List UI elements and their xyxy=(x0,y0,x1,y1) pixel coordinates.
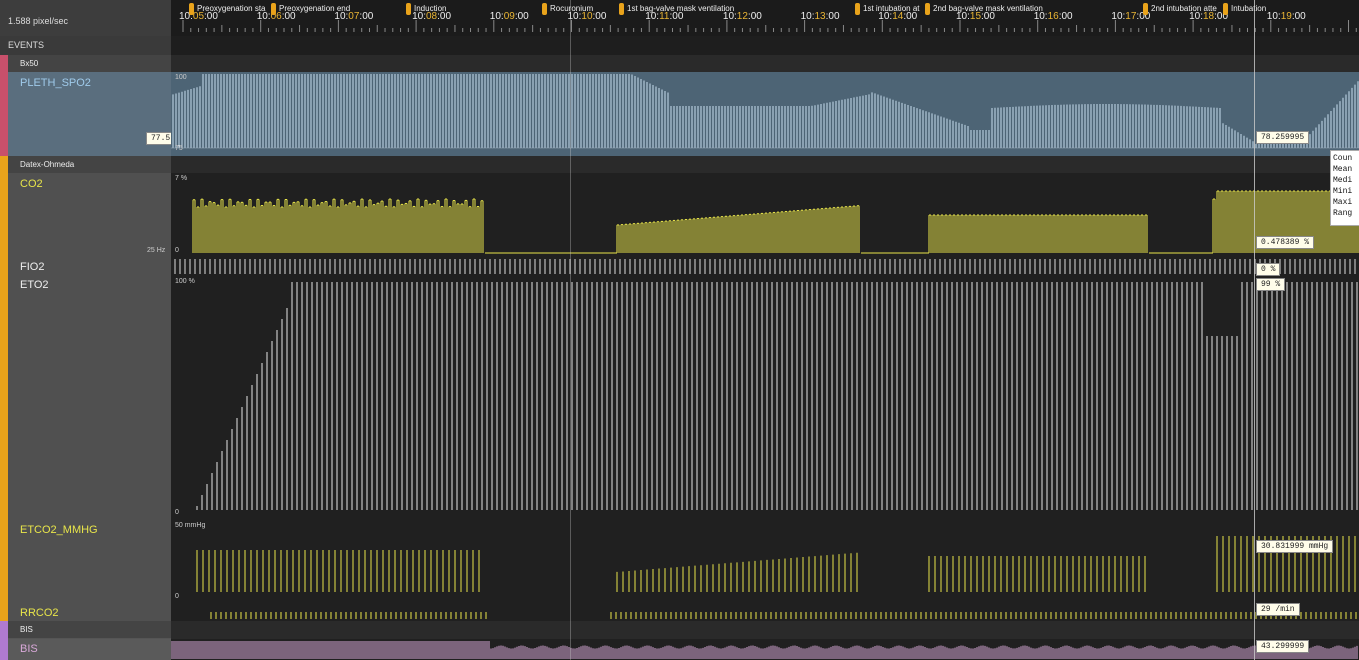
pleth-track[interactable] xyxy=(171,72,1359,156)
track-name-pleth: PLETH_SPO2 xyxy=(20,77,91,89)
event-tab-icon xyxy=(855,2,860,15)
co2-track[interactable] xyxy=(171,173,1359,257)
event-marker[interactable]: Induction xyxy=(406,2,446,16)
event-tab-icon xyxy=(1143,2,1148,15)
co2-sample-rate: 25 Hz xyxy=(147,247,166,254)
event-marker[interactable]: Preoxygenation end xyxy=(271,2,350,16)
group-header-datex[interactable]: Datex-Ohmeda xyxy=(8,156,171,173)
bis-track[interactable] xyxy=(171,639,1359,660)
rrco2-current-value: 29 /min xyxy=(1256,603,1300,616)
reference-cursor[interactable] xyxy=(570,0,571,660)
fio2-current-value: 0 % xyxy=(1256,263,1281,276)
event-tab-icon xyxy=(1223,2,1228,15)
track-name-rrco2[interactable]: RRCO2 xyxy=(20,607,59,619)
bx50-color-bar xyxy=(0,55,8,156)
time-tick-label: 10:19:00 xyxy=(1266,11,1306,22)
pleth-axis-top: 100 xyxy=(175,74,187,81)
event-marker[interactable]: Preoxygenation sta xyxy=(189,2,266,16)
track-name-etco2[interactable]: ETCO2_MMHG xyxy=(20,524,98,536)
event-marker[interactable]: 1st intubation at xyxy=(855,2,919,16)
time-tick-label: 10:09:00 xyxy=(489,11,529,22)
event-marker[interactable]: 2nd bag-valve mask ventilation xyxy=(925,2,1043,16)
rrco2-waveform xyxy=(210,612,1357,619)
etco2-track[interactable] xyxy=(171,520,1359,604)
event-marker[interactable]: Rocuronium xyxy=(542,2,593,16)
eto2-track[interactable] xyxy=(171,276,1359,520)
etco2-current-value: 30.831999 mmHg xyxy=(1256,540,1334,553)
track-name-eto2[interactable]: ETO2 xyxy=(20,279,49,291)
etco2-axis-bottom: 0 xyxy=(175,593,179,600)
event-marker[interactable]: 1st bag-valve mask ventilation xyxy=(619,2,734,16)
bis-waveform xyxy=(171,641,1358,659)
bis-header-strip xyxy=(171,621,1359,639)
datex-color-bar xyxy=(0,156,8,621)
group-header-bis[interactable]: BIS xyxy=(8,621,171,638)
track-name-co2[interactable]: CO2 xyxy=(20,178,43,190)
event-tab-icon xyxy=(406,2,411,15)
bis-current-value: 43.299999 xyxy=(1256,640,1310,653)
pleth-waveform xyxy=(171,74,1359,149)
statistics-tooltip: Coun Mean Medi Mini Maxi Rang xyxy=(1330,150,1359,226)
co2-waveform xyxy=(192,190,1359,254)
pleth-axis-bottom: 75 xyxy=(175,145,183,152)
eto2-axis-top: 100 % xyxy=(175,278,195,285)
event-tab-icon xyxy=(542,2,547,15)
bx50-header-strip xyxy=(171,55,1359,72)
track-name-bis: BIS xyxy=(20,643,38,655)
events-label: EVENTS xyxy=(0,36,171,55)
etco2-waveform xyxy=(196,536,1356,592)
eto2-axis-bottom: 0 xyxy=(175,509,179,516)
group-header-bx50[interactable]: Bx50 xyxy=(8,55,171,72)
event-tab-icon xyxy=(189,2,194,15)
bis-color-bar xyxy=(0,621,8,660)
time-cursor[interactable] xyxy=(1254,0,1255,660)
track-name-fio2[interactable]: FIO2 xyxy=(20,261,44,273)
eto2-waveform xyxy=(196,282,1358,510)
etco2-axis-top: 50 mmHg xyxy=(175,522,206,529)
fio2-waveform xyxy=(174,259,1356,274)
event-marker[interactable]: 2nd intubation atte xyxy=(1143,2,1217,16)
event-tab-icon xyxy=(271,2,276,15)
co2-axis-top: 7 % xyxy=(175,175,188,182)
scale-label: 1.588 pixel/sec xyxy=(0,0,171,36)
time-tick-label: 10:13:00 xyxy=(800,11,840,22)
datex-header-strip xyxy=(171,156,1359,173)
datex-label-column xyxy=(8,173,171,621)
eto2-current-value: 99 % xyxy=(1256,278,1286,291)
events-row xyxy=(171,36,1359,55)
event-tab-icon xyxy=(925,2,930,15)
rrco2-track[interactable] xyxy=(171,604,1359,621)
fio2-track[interactable] xyxy=(171,257,1359,276)
co2-axis-bottom: 0 xyxy=(175,247,179,254)
event-tab-icon xyxy=(619,2,624,15)
event-marker[interactable]: Intubation xyxy=(1223,2,1266,16)
co2-current-value: 0.478389 % xyxy=(1256,236,1315,249)
pleth-current-value: 78.259995 xyxy=(1256,131,1310,144)
